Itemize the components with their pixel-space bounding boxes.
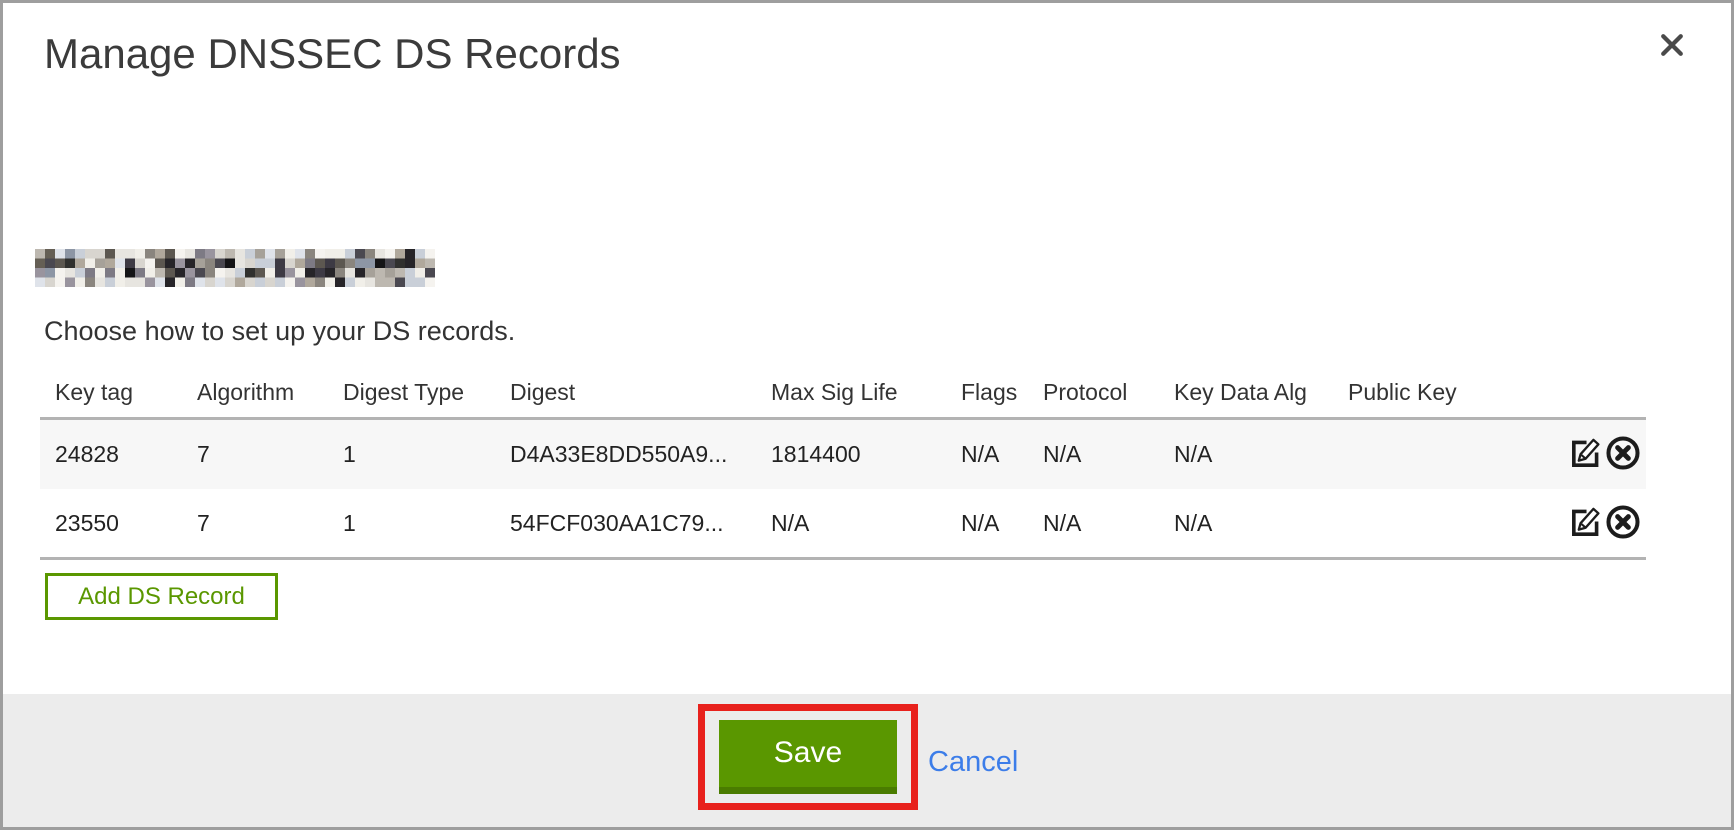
col-header-public-key: Public Key: [1333, 379, 1558, 406]
delete-record-button[interactable]: [1604, 434, 1642, 475]
cell-digest: D4A33E8DD550A9...: [495, 441, 756, 468]
delete-record-button[interactable]: [1604, 503, 1642, 544]
col-header-digest: Digest: [495, 379, 756, 406]
cell-key-tag: 24828: [40, 441, 182, 468]
redacted-domain: [35, 249, 435, 287]
cell-flags: N/A: [946, 510, 1028, 537]
edit-record-button[interactable]: [1568, 504, 1604, 543]
delete-icon: [1604, 434, 1642, 475]
cell-digest: 54FCF030AA1C79...: [495, 510, 756, 537]
col-header-algorithm: Algorithm: [182, 379, 328, 406]
edit-record-button[interactable]: [1568, 435, 1604, 474]
col-header-key-data-alg: Key Data Alg: [1159, 379, 1333, 406]
edit-icon: [1568, 435, 1604, 474]
ds-records-table: Key tag Algorithm Digest Type Digest Max…: [40, 368, 1646, 560]
cancel-link[interactable]: Cancel: [928, 746, 1018, 779]
col-header-flags: Flags: [946, 379, 1028, 406]
cell-algorithm: 7: [182, 510, 328, 537]
cell-flags: N/A: [946, 441, 1028, 468]
cell-protocol: N/A: [1028, 441, 1159, 468]
page-title: Manage DNSSEC DS Records: [44, 30, 621, 78]
close-icon: [1657, 30, 1687, 63]
cell-key-data-alg: N/A: [1159, 510, 1333, 537]
cell-key-tag: 23550: [40, 510, 182, 537]
dialog-footer: Save Cancel: [3, 694, 1731, 827]
add-ds-record-button[interactable]: Add DS Record: [45, 573, 278, 620]
col-header-digest-type: Digest Type: [328, 379, 495, 406]
col-header-max-sig-life: Max Sig Life: [756, 379, 946, 406]
cell-actions: [1558, 503, 1646, 544]
cell-algorithm: 7: [182, 441, 328, 468]
dnssec-dialog-window: Manage DNSSEC DS Records Choose how to s…: [0, 0, 1734, 830]
intro-text: Choose how to set up your DS records.: [44, 316, 515, 347]
cell-key-data-alg: N/A: [1159, 441, 1333, 468]
close-button[interactable]: [1650, 24, 1694, 68]
cell-max-sig-life: N/A: [756, 510, 946, 537]
cell-actions: [1558, 434, 1646, 475]
cell-digest-type: 1: [328, 510, 495, 537]
cell-digest-type: 1: [328, 441, 495, 468]
cell-protocol: N/A: [1028, 510, 1159, 537]
table-row: 24828 7 1 D4A33E8DD550A9... 1814400 N/A …: [40, 420, 1646, 489]
save-button[interactable]: Save: [719, 720, 897, 794]
col-header-key-tag: Key tag: [40, 379, 182, 406]
delete-icon: [1604, 503, 1642, 544]
table-header-row: Key tag Algorithm Digest Type Digest Max…: [40, 368, 1646, 417]
cell-max-sig-life: 1814400: [756, 441, 946, 468]
col-header-protocol: Protocol: [1028, 379, 1159, 406]
edit-icon: [1568, 504, 1604, 543]
table-body: 24828 7 1 D4A33E8DD550A9... 1814400 N/A …: [40, 417, 1646, 560]
save-annotation-box: Save: [698, 704, 918, 810]
table-row: 23550 7 1 54FCF030AA1C79... N/A N/A N/A …: [40, 489, 1646, 557]
